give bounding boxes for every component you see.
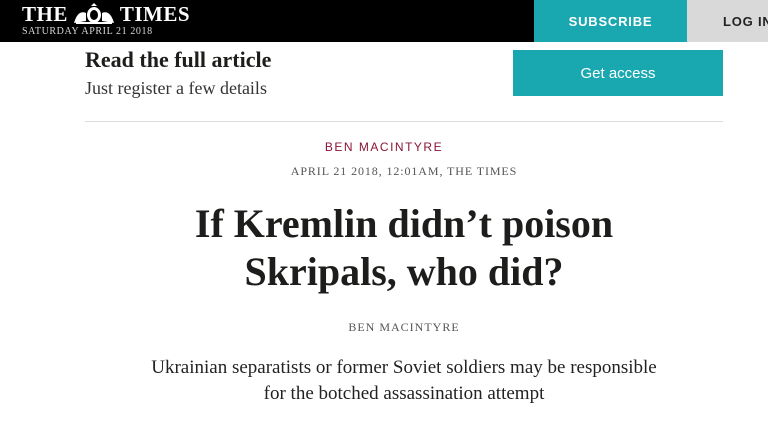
subscribe-button[interactable]: SUBSCRIBE [534, 0, 687, 42]
headline-line-2: Skripals, who did? [244, 249, 564, 294]
login-button[interactable]: LOG IN [687, 0, 768, 42]
headline-line-1: If Kremlin didn’t poison [194, 201, 614, 246]
paywall-subtitle: Just register a few details [85, 78, 267, 98]
get-access-button[interactable]: Get access [513, 50, 723, 96]
logo-text-the: THE [22, 2, 68, 26]
standfirst-line-2: for the botched assassination attempt [263, 383, 545, 404]
divider [85, 121, 723, 122]
article-meta: APRIL 21 2018, 12:01AM, THE TIMES [290, 164, 518, 178]
standfirst: Ukrainian separatists or former Soviet s… [0, 355, 768, 407]
paywall-title: Read the full article [85, 47, 272, 72]
times-logo[interactable]: THE TIMES [22, 2, 190, 26]
royal-coat-of-arms-icon [73, 3, 114, 24]
author-kicker[interactable]: BEN MACINTYRE [0, 139, 768, 155]
masthead: THE TIMES SATURDAY APRIL 21 2018 SUBSCRI… [0, 0, 768, 42]
logo-text-times: TIMES [119, 2, 191, 26]
masthead-date: SATURDAY APRIL 21 2018 [22, 26, 153, 37]
article-headline: If Kremlin didn’t poison Skripals, who d… [0, 200, 768, 296]
standfirst-line-1: Ukrainian separatists or former Soviet s… [151, 357, 657, 378]
byline[interactable]: BEN MACINTYRE [0, 319, 768, 335]
